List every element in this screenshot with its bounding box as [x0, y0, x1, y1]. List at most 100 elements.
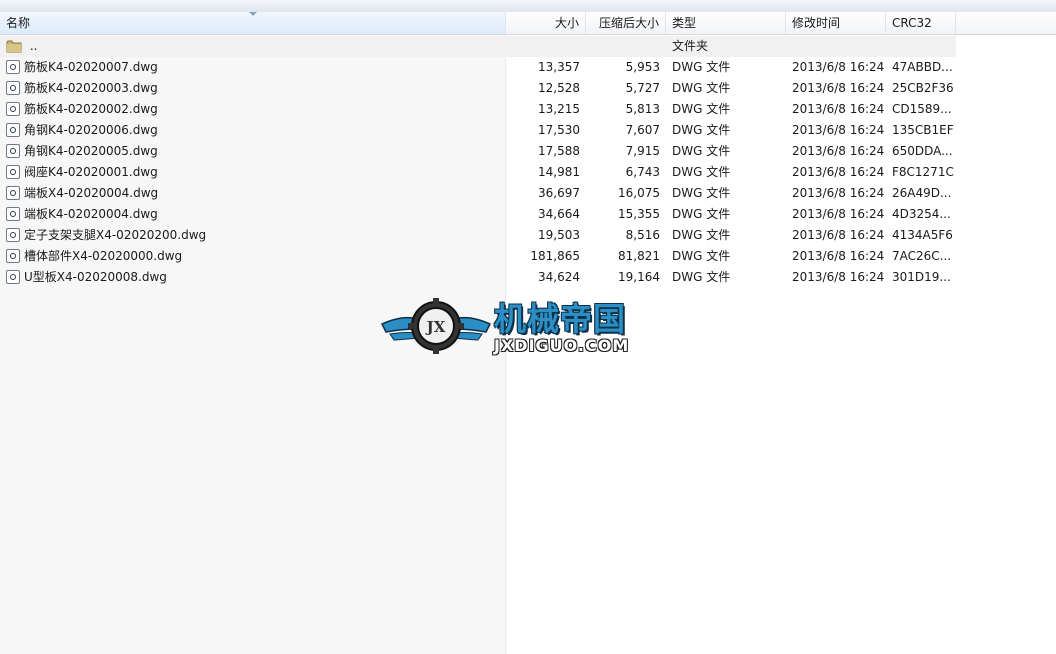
file-crc32: 47ABBD...: [892, 60, 953, 74]
watermark-url: JXDIGUO.COM: [494, 336, 630, 355]
file-name-cell: 端板X4-02020004.dwg: [6, 183, 501, 204]
dwg-file-icon: [6, 270, 20, 284]
parent-folder-row[interactable]: .. 文件夹: [0, 36, 956, 57]
file-name: 端板K4-02020004.dwg: [24, 207, 158, 221]
file-type: DWG 文件: [672, 270, 731, 284]
table-row[interactable]: 筋板K4-02020007.dwg 13,357 5,953 DWG 文件 2013/6…: [0, 57, 1056, 78]
file-size: 19,503: [538, 228, 580, 242]
folder-icon: [6, 40, 22, 53]
file-modified: 2013/6/8 16:24: [792, 102, 885, 116]
parent-folder-type: 文件夹: [672, 39, 709, 53]
file-modified: 2013/6/8 16:24: [792, 165, 885, 179]
file-modified: 2013/6/8 16:24: [792, 270, 885, 284]
file-crc32: 4D3254...: [892, 207, 951, 221]
parent-folder-name-cell: ..: [6, 36, 501, 57]
file-packed-size: 8,516: [625, 228, 660, 242]
file-name-cell: 槽体部件X4-02020000.dwg: [6, 246, 501, 267]
file-modified: 2013/6/8 16:24: [792, 144, 885, 158]
table-row[interactable]: 筋板K4-02020002.dwg 13,215 5,813 DWG 文件 2013/6…: [0, 99, 1056, 120]
file-type: DWG 文件: [672, 228, 731, 242]
dwg-file-icon: [6, 186, 20, 200]
file-size: 13,357: [538, 60, 580, 74]
file-size: 34,624: [538, 270, 580, 284]
dwg-file-icon: [6, 144, 20, 158]
dwg-file-icon: [6, 165, 20, 179]
file-size: 17,530: [538, 123, 580, 137]
file-crc32: 650DDA...: [892, 144, 953, 158]
dwg-file-icon: [6, 60, 20, 74]
file-crc32: 301D19...: [892, 270, 951, 284]
file-packed-size: 6,743: [625, 165, 660, 179]
file-name-cell: 筋板K4-02020007.dwg: [6, 57, 501, 78]
file-packed-size: 15,355: [618, 207, 660, 221]
file-size: 34,664: [538, 207, 580, 221]
file-size: 17,588: [538, 144, 580, 158]
column-header-size[interactable]: 大小: [506, 12, 586, 34]
table-row[interactable]: 定子支架支腿X4-02020200.dwg 19,503 8,516 DWG 文件 20…: [0, 225, 1056, 246]
file-crc32: 7AC26C...: [892, 249, 952, 263]
file-crc32: 4134A5F6: [892, 228, 953, 242]
sort-arrow-icon: [249, 12, 257, 16]
table-row[interactable]: U型板X4-02020008.dwg 34,624 19,164 DWG 文件 2013…: [0, 267, 1056, 288]
file-type: DWG 文件: [672, 144, 731, 158]
file-modified: 2013/6/8 16:24: [792, 249, 885, 263]
file-type: DWG 文件: [672, 60, 731, 74]
file-type: DWG 文件: [672, 207, 731, 221]
file-packed-size: 16,075: [618, 186, 660, 200]
file-name-cell: 定子支架支腿X4-02020200.dwg: [6, 225, 501, 246]
table-row[interactable]: 角钢K4-02020005.dwg 17,588 7,915 DWG 文件 2013/6…: [0, 141, 1056, 162]
file-name: 筋板K4-02020002.dwg: [24, 102, 158, 116]
table-row[interactable]: 阀座K4-02020001.dwg 14,981 6,743 DWG 文件 2013/6…: [0, 162, 1056, 183]
file-type: DWG 文件: [672, 186, 731, 200]
winged-gear-emblem-icon: JX: [380, 298, 492, 354]
file-crc32: F8C1271C: [892, 165, 954, 179]
table-row[interactable]: 端板X4-02020004.dwg 36,697 16,075 DWG 文件 2013/…: [0, 183, 1056, 204]
file-name-cell: 角钢K4-02020005.dwg: [6, 141, 501, 162]
file-packed-size: 5,953: [625, 60, 660, 74]
file-name-cell: U型板X4-02020008.dwg: [6, 267, 501, 288]
file-modified: 2013/6/8 16:24: [792, 123, 885, 137]
file-size: 36,697: [538, 186, 580, 200]
file-type: DWG 文件: [672, 81, 731, 95]
emblem-text: JX: [425, 318, 446, 336]
dwg-file-icon: [6, 123, 20, 137]
file-size: 14,981: [538, 165, 580, 179]
table-row[interactable]: 角钢K4-02020006.dwg 17,530 7,607 DWG 文件 2013/6…: [0, 120, 1056, 141]
file-size: 12,528: [538, 81, 580, 95]
file-crc32: 26A49D...: [892, 186, 952, 200]
file-type: DWG 文件: [672, 102, 731, 116]
file-name: 阀座K4-02020001.dwg: [24, 165, 158, 179]
file-name: 角钢K4-02020006.dwg: [24, 123, 158, 137]
table-row[interactable]: 槽体部件X4-02020000.dwg 181,865 81,821 DWG 文件 20…: [0, 246, 1056, 267]
file-modified: 2013/6/8 16:24: [792, 228, 885, 242]
parent-folder-label: ..: [29, 39, 38, 53]
column-header-modified[interactable]: 修改时间: [786, 12, 886, 34]
file-name: 槽体部件X4-02020000.dwg: [24, 249, 183, 263]
table-row[interactable]: 端板K4-02020004.dwg 34,664 15,355 DWG 文件 2013/…: [0, 204, 1056, 225]
file-name-cell: 端板K4-02020004.dwg: [6, 204, 501, 225]
file-name: 筋板K4-02020003.dwg: [24, 81, 158, 95]
file-modified: 2013/6/8 16:24: [792, 60, 885, 74]
file-modified: 2013/6/8 16:24: [792, 186, 885, 200]
file-list: .. 文件夹 筋板K4-02020007.dwg 13,357 5,953 DWG 文…: [0, 36, 1056, 288]
file-name-cell: 角钢K4-02020006.dwg: [6, 120, 501, 141]
file-modified: 2013/6/8 16:24: [792, 207, 885, 221]
table-row[interactable]: 筋板K4-02020003.dwg 12,528 5,727 DWG 文件 2013/6…: [0, 78, 1056, 99]
file-size: 181,865: [530, 249, 580, 263]
watermark-title: 机械帝国: [494, 300, 627, 338]
file-name: U型板X4-02020008.dwg: [24, 270, 167, 284]
column-header-crc32[interactable]: CRC32: [886, 12, 956, 34]
file-crc32: 25CB2F36: [892, 81, 954, 95]
file-name: 端板X4-02020004.dwg: [24, 186, 159, 200]
file-name: 定子支架支腿X4-02020200.dwg: [24, 228, 207, 242]
column-header-type[interactable]: 类型: [666, 12, 786, 34]
file-packed-size: 5,727: [625, 81, 660, 95]
dwg-file-icon: [6, 81, 20, 95]
file-name-cell: 筋板K4-02020003.dwg: [6, 78, 501, 99]
file-packed-size: 7,915: [625, 144, 660, 158]
file-packed-size: 7,607: [625, 123, 660, 137]
file-name: 角钢K4-02020005.dwg: [24, 144, 158, 158]
file-packed-size: 19,164: [618, 270, 660, 284]
file-packed-size: 5,813: [625, 102, 660, 116]
column-header-packed-size[interactable]: 压缩后大小: [586, 12, 666, 34]
